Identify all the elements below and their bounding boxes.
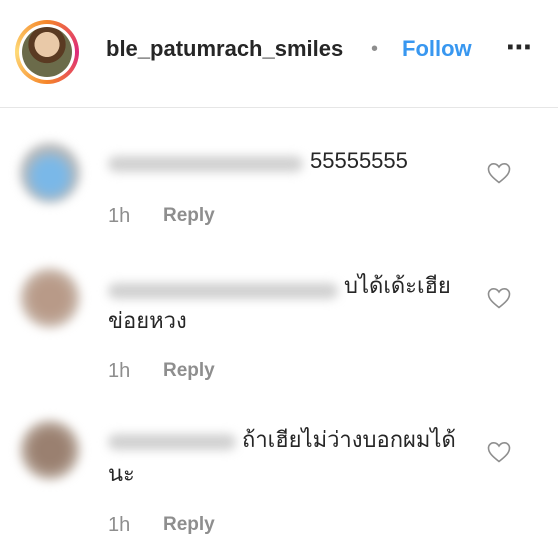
comment-text-line1: บได้เด้ะเฮีย [344,273,451,298]
commenter-name-blurred[interactable] [108,156,303,172]
more-options-icon[interactable]: ⋯ [506,32,533,63]
commenter-avatar[interactable] [20,143,80,203]
comment-time: 1h [108,514,131,536]
commenter-name-blurred[interactable] [108,283,338,299]
comment-text-line2: ข่อยหวง [108,308,187,333]
reply-button[interactable]: Reply [163,514,215,536]
comment-text: 55555555 [310,148,408,173]
profile-avatar[interactable] [22,27,72,77]
commenter-avatar[interactable] [20,420,80,480]
comment-time: 1h [108,360,131,382]
heart-icon[interactable] [487,441,511,463]
reply-button[interactable]: Reply [163,205,215,227]
comment-time: 1h [108,205,131,227]
reply-button[interactable]: Reply [163,360,215,382]
heart-icon[interactable] [487,287,511,309]
username[interactable]: ble_patumrach_smiles [106,36,343,62]
commenter-name-blurred[interactable] [108,434,236,450]
commenter-avatar[interactable] [20,268,80,328]
comment-text-line1: ถ้าเฮียไม่ว่างบอกผมได้ [242,427,456,452]
heart-icon[interactable] [487,162,511,184]
story-ring[interactable] [15,20,79,84]
comment-text-line2: นะ [108,461,135,486]
separator-dot: • [371,38,379,60]
follow-button[interactable]: Follow [402,36,472,62]
post-header: ble_patumrach_smiles • Follow ⋯ [0,0,558,108]
